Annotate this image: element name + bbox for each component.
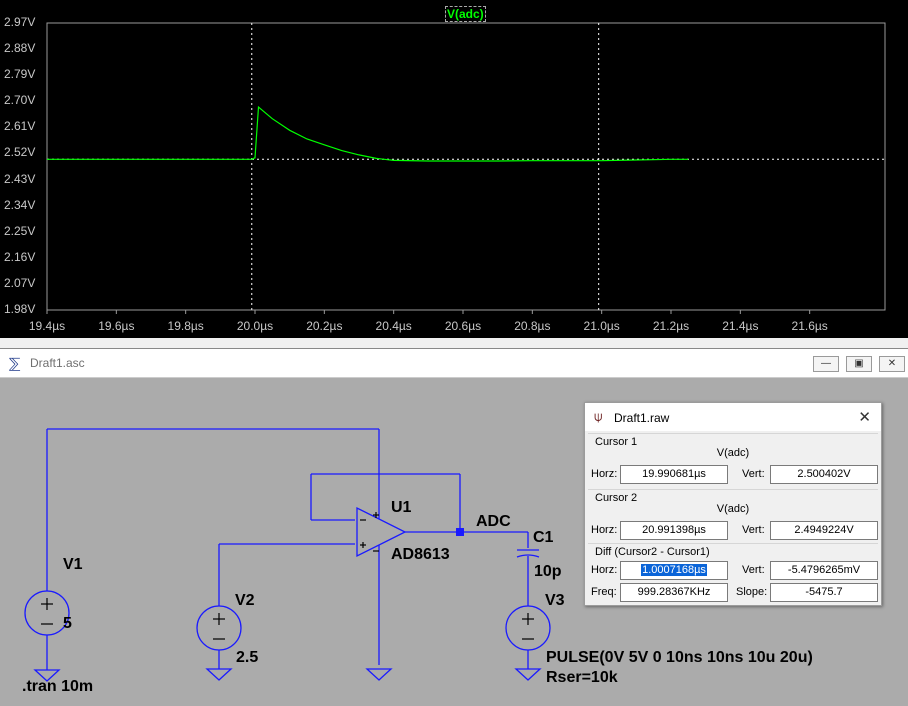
x-tick-label: 21.2µs: [652, 319, 690, 333]
plot-frame: [46, 22, 886, 311]
close-icon[interactable]: ✕: [858, 408, 871, 426]
u1-part[interactable]: AD8613: [391, 546, 450, 564]
cursor1-vert-field[interactable]: 2.500402V: [770, 465, 878, 484]
diff-horz-value: 1.0007168µs: [641, 564, 707, 576]
cursor2-horz-field[interactable]: 20.991398µs: [620, 521, 728, 540]
x-tick-label: 20.8µs: [514, 319, 551, 333]
cursor2-vert-label: Vert:: [742, 524, 765, 536]
y-tick-label: 2.16V: [4, 249, 36, 264]
diff-slope-label: Slope:: [736, 586, 768, 598]
diff-horz-field[interactable]: 1.0007168µs: [620, 561, 728, 580]
v2-value[interactable]: 2.5: [236, 649, 258, 667]
v2-source-circle: [196, 605, 242, 651]
x-tick-label: 21.6µs: [791, 319, 828, 333]
diff-vert-field[interactable]: -5.4796265mV: [770, 561, 878, 580]
c1-label[interactable]: C1: [533, 529, 553, 547]
adc-node-junction: [456, 528, 464, 536]
y-tick-label: 2.25V: [4, 223, 36, 238]
diff-freq-label: Freq:: [591, 586, 617, 598]
v2-label[interactable]: V2: [235, 592, 255, 610]
y-tick-label: 2.97V: [4, 15, 36, 29]
x-tick-label: 20.6µs: [444, 319, 482, 333]
cursor-dialog: ⍦ Draft1.raw ✕ Cursor 1 V(adc) Horz: 19.…: [584, 402, 882, 606]
y-tick-label: 2.52V: [4, 145, 36, 160]
cursor2-vert-field[interactable]: 2.4949224V: [770, 521, 878, 540]
y-tick-label: 2.88V: [4, 41, 36, 56]
ground-opamp: [365, 668, 393, 681]
y-tick-label: 2.34V: [4, 197, 36, 212]
axis-ticks: [46, 310, 811, 314]
waveform-plot[interactable]: [0, 0, 908, 338]
cursor2-signal: V(adc): [716, 503, 750, 515]
x-tick-label: 19.4µs: [28, 319, 66, 333]
y-tick-label: 2.70V: [4, 93, 36, 108]
cursor1-horz-label: Horz:: [591, 468, 618, 480]
cursor1-signal: V(adc): [716, 447, 750, 459]
cursor2-horz-label: Horz:: [591, 524, 618, 536]
ground-v3: [514, 668, 542, 681]
schematic-titlebar[interactable]: ⅀ Draft1.asc — ▣ ✕: [0, 349, 908, 378]
waveform-pane[interactable]: 2.97V 2.88V 2.79V 2.70V 2.61V 2.52V 2.43V 2.34V…: [0, 0, 908, 338]
y-tick-label: 2.07V: [4, 275, 36, 290]
v3-source-spec[interactable]: PULSE(0V 5V 0 10ns 10ns 10u 20u): [546, 649, 813, 667]
close-button[interactable]: ✕: [879, 356, 905, 372]
v1-label[interactable]: V1: [63, 556, 83, 574]
waveform-app-icon: ⍦: [594, 408, 603, 424]
c1-value[interactable]: 10p: [534, 563, 562, 581]
y-tick-label: 2.79V: [4, 67, 36, 82]
diff-horz-label: Horz:: [591, 564, 618, 576]
cursor1-vert-label: Vert:: [742, 468, 765, 480]
minimize-button[interactable]: —: [813, 356, 839, 372]
y-tick-label: 2.43V: [4, 171, 36, 186]
trace-label[interactable]: V(adc): [445, 6, 486, 22]
v1-value[interactable]: 5: [63, 615, 72, 633]
x-tick-label: 21.4µs: [722, 319, 759, 333]
x-tick-label: 20.4µs: [375, 319, 412, 333]
cursor1-group: Cursor 1 V(adc) Horz: 19.990681µs Vert: …: [588, 433, 878, 486]
schematic-title: Draft1.asc: [30, 356, 85, 370]
v3-source-circle: [505, 605, 551, 651]
trace-v-adc: [47, 105, 689, 162]
cursor1-horz-field[interactable]: 19.990681µs: [620, 465, 728, 484]
y-tick-label: 2.61V: [4, 119, 36, 134]
diff-title: Diff (Cursor2 - Cursor1): [595, 546, 710, 558]
x-tick-label: 20.2µs: [306, 319, 343, 333]
diff-freq-field[interactable]: 999.28367KHz: [620, 583, 728, 602]
cursor-dialog-titlebar[interactable]: ⍦ Draft1.raw ✕: [585, 403, 881, 431]
diff-slope-field[interactable]: -5475.7: [770, 583, 878, 602]
diff-group: Diff (Cursor2 - Cursor1) Horz: 1.0007168…: [588, 543, 878, 604]
tran-directive[interactable]: .tran 10m: [22, 678, 93, 696]
diff-vert-label: Vert:: [742, 564, 765, 576]
adc-net-label[interactable]: ADC: [476, 513, 511, 531]
y-tick-label: 1.98V: [4, 302, 36, 316]
ground-v2: [205, 668, 233, 681]
cursor2-group: Cursor 2 V(adc) Horz: 20.991398µs Vert: …: [588, 489, 878, 542]
cursor-dialog-title: Draft1.raw: [614, 411, 670, 425]
x-tick-label: 20.0µs: [236, 319, 274, 333]
x-tick-label: 19.8µs: [167, 319, 204, 333]
v3-rser[interactable]: Rser=10k: [546, 669, 618, 687]
x-tick-label: 19.6µs: [98, 319, 135, 333]
v3-label[interactable]: V3: [545, 592, 565, 610]
schematic-app-icon: ⅀: [9, 355, 21, 371]
restore-button[interactable]: ▣: [846, 356, 872, 372]
x-tick-label: 21.0µs: [583, 319, 620, 333]
u1-label[interactable]: U1: [391, 499, 411, 517]
